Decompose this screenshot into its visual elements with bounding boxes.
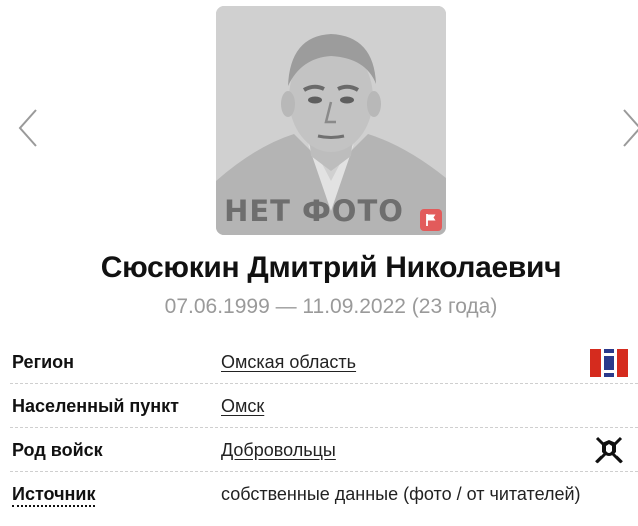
branch-link[interactable]: Добровольцы — [221, 440, 336, 461]
person-photo-placeholder: НЕТ ФОТО — [216, 6, 446, 235]
chevron-left-icon[interactable] — [16, 106, 40, 150]
no-photo-label: НЕТ ФОТО — [224, 194, 404, 228]
person-dates: 07.06.1999 — 11.09.2022 (23 года) — [164, 295, 498, 318]
region-label: Регион — [12, 352, 74, 372]
details-row-source: Источник собственные данные (фото / от ч… — [10, 472, 638, 516]
details-table: Регион Омская область Населенный пункт О… — [10, 340, 638, 516]
person-name: Сюсюкин Дмитрий Николаевич — [100, 251, 562, 284]
settlement-link[interactable]: Омск — [221, 396, 264, 417]
crossed-swords-emblem-icon — [595, 436, 623, 464]
chevron-right-icon[interactable] — [620, 106, 638, 150]
branch-label: Род войск — [12, 440, 103, 460]
region-flag-icon — [590, 349, 628, 377]
region-link[interactable]: Омская область — [221, 352, 356, 373]
flag-icon[interactable] — [420, 209, 442, 231]
details-row-settlement: Населенный пункт Омск — [10, 384, 638, 428]
settlement-label: Населенный пункт — [12, 396, 180, 416]
source-label[interactable]: Источник — [12, 484, 96, 507]
source-value: собственные данные (фото / от читателей) — [221, 484, 581, 504]
details-row-region: Регион Омская область — [10, 340, 638, 384]
details-row-branch: Род войск Добровольцы — [10, 428, 638, 472]
